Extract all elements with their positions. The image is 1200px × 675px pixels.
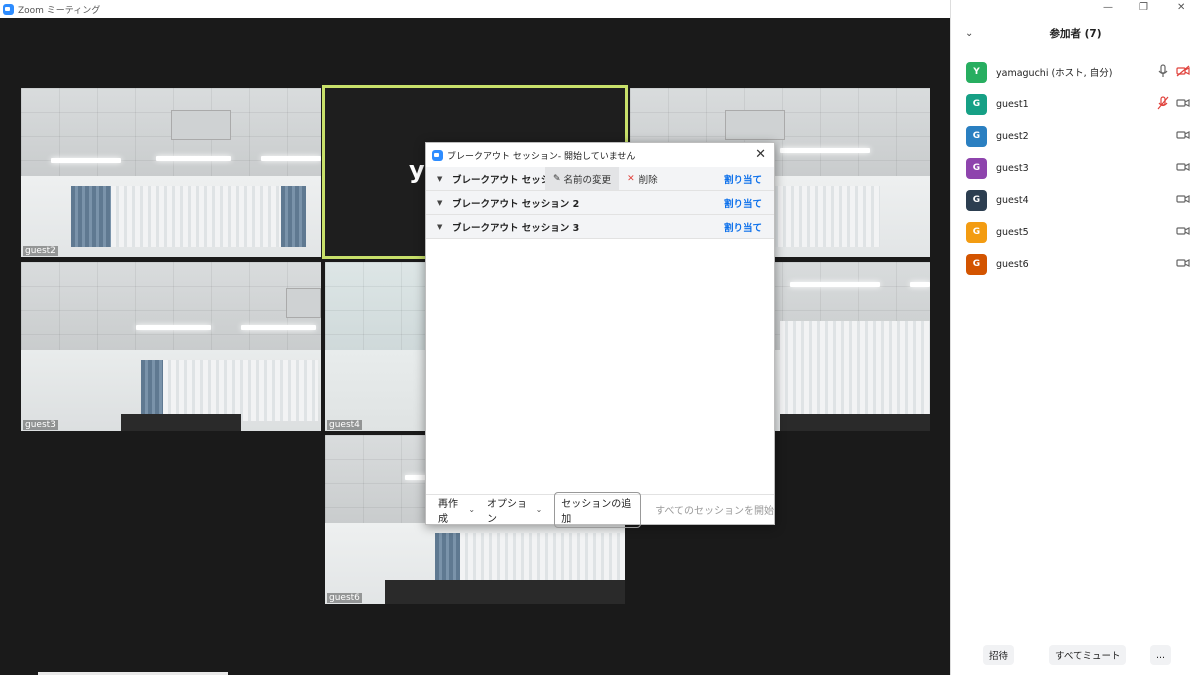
- mute-all-button[interactable]: すべてミュート: [1049, 645, 1127, 665]
- participants-panel: — ❐ ✕ ⌄ 参加者 (7) Y yamaguchi (ホスト, 自分) G …: [950, 0, 1200, 675]
- caret-down-icon[interactable]: ▼: [437, 223, 447, 231]
- avatar: Y: [966, 61, 987, 83]
- delete-button[interactable]: ✕ 削除: [619, 167, 666, 190]
- video-camera-icon[interactable]: [1176, 97, 1190, 109]
- video-tile-guest3[interactable]: guest3: [21, 262, 321, 431]
- participant-name: guest6: [996, 258, 1029, 270]
- assign-link[interactable]: 割り当て: [724, 196, 762, 210]
- avatar: G: [966, 157, 987, 179]
- participant-name: guest2: [996, 130, 1029, 142]
- session-row-1[interactable]: ▼ ブレークアウト セッシ... ✎ 名前の変更 ✕ 削除 割り当て: [426, 167, 774, 191]
- avatar: G: [966, 253, 987, 275]
- participant-name-label: guest2: [23, 246, 58, 256]
- breakout-sessions-dialog: ブレークアウト セッション- 開始していません ✕ ▼ ブレークアウト セッシ.…: [425, 142, 775, 528]
- video-feed: [21, 262, 321, 431]
- session-name: ブレークアウト セッション 3: [452, 222, 580, 234]
- session-row-3[interactable]: ▼ ブレークアウト セッション 3 割り当て: [426, 215, 774, 239]
- participant-name: guest3: [996, 162, 1029, 174]
- avatar: G: [966, 221, 987, 243]
- video-tile-guest2[interactable]: guest2: [21, 88, 321, 257]
- zoom-app-icon: [432, 149, 443, 161]
- session-name: ブレークアウト セッション 2: [452, 198, 580, 210]
- rename-button[interactable]: ✎ 名前の変更: [545, 167, 620, 190]
- video-off-icon[interactable]: [1176, 65, 1190, 77]
- participant-row[interactable]: G guest2: [951, 120, 1200, 152]
- close-window-icon[interactable]: ✕: [1177, 2, 1185, 13]
- participant-row[interactable]: G guest6: [951, 248, 1200, 280]
- participant-name: guest4: [996, 194, 1029, 206]
- participant-row[interactable]: G guest5: [951, 216, 1200, 248]
- options-label: オプション: [487, 498, 528, 525]
- restore-icon[interactable]: ❐: [1139, 2, 1148, 13]
- close-icon[interactable]: ✕: [755, 147, 766, 162]
- video-camera-icon[interactable]: [1176, 225, 1190, 237]
- session-row-2[interactable]: ▼ ブレークアウト セッション 2 割り当て: [426, 191, 774, 215]
- video-camera-icon[interactable]: [1176, 161, 1190, 173]
- chevron-down-icon: ⌄: [535, 505, 543, 514]
- pencil-icon: ✎: [553, 173, 561, 184]
- dialog-footer: 再作成 ⌄ オプション ⌄ セッションの追加 すべてのセッションを開始: [426, 491, 774, 528]
- start-all-sessions-button[interactable]: すべてのセッションを開始: [655, 502, 774, 517]
- caret-down-icon[interactable]: ▼: [437, 175, 447, 183]
- delete-label: 削除: [638, 174, 658, 186]
- avatar: G: [966, 93, 987, 115]
- dialog-header: ブレークアウト セッション- 開始していません ✕: [426, 143, 774, 167]
- participant-name: guest1: [996, 98, 1029, 110]
- recreate-dropdown[interactable]: 再作成 ⌄: [438, 495, 475, 525]
- dialog-title: ブレークアウト セッション- 開始していません: [447, 151, 636, 162]
- session-row-actions: ✎ 名前の変更 ✕ 削除: [545, 167, 666, 190]
- participant-name: yamaguchi (ホスト, 自分): [996, 68, 1113, 79]
- participants-title: 参加者 (7): [1049, 28, 1102, 40]
- participant-name-label: guest4: [327, 420, 362, 430]
- window-titlebar: Zoom ミーティング: [0, 0, 950, 18]
- microphone-muted-icon[interactable]: [1156, 96, 1170, 110]
- minimize-icon[interactable]: —: [1103, 2, 1113, 13]
- chevron-down-icon: ⌄: [468, 505, 476, 514]
- video-feed: [21, 88, 321, 257]
- participant-row[interactable]: G guest4: [951, 184, 1200, 216]
- caret-down-icon[interactable]: ▼: [437, 199, 447, 207]
- participants-header: ⌄ 参加者 (7): [951, 26, 1200, 48]
- avatar: G: [966, 125, 987, 147]
- video-camera-icon[interactable]: [1176, 193, 1190, 205]
- delete-x-icon: ✕: [627, 173, 635, 184]
- participant-name-label: guest3: [23, 420, 58, 430]
- microphone-icon[interactable]: [1156, 64, 1170, 78]
- add-session-button[interactable]: セッションの追加: [554, 491, 642, 528]
- zoom-app-icon: [3, 3, 14, 15]
- participants-list: Y yamaguchi (ホスト, 自分) G guest1 G guest2 …: [951, 56, 1200, 280]
- participants-footer: 招待 すべてミュート ...: [951, 645, 1200, 665]
- recreate-label: 再作成: [438, 498, 458, 525]
- speaker-name-text: y: [409, 156, 425, 184]
- more-button[interactable]: ...: [1150, 645, 1172, 665]
- assign-link[interactable]: 割り当て: [724, 172, 762, 186]
- avatar: G: [966, 189, 987, 211]
- participant-row[interactable]: G guest3: [951, 152, 1200, 184]
- assign-link[interactable]: 割り当て: [724, 220, 762, 234]
- participant-name-label: guest6: [327, 593, 362, 603]
- participant-name: guest5: [996, 226, 1029, 238]
- participant-row[interactable]: G guest1: [951, 88, 1200, 120]
- participant-row[interactable]: Y yamaguchi (ホスト, 自分): [951, 56, 1200, 88]
- video-camera-icon[interactable]: [1176, 257, 1190, 269]
- options-dropdown[interactable]: オプション ⌄: [487, 495, 542, 525]
- video-camera-icon[interactable]: [1176, 129, 1190, 141]
- window-title: Zoom ミーティング: [18, 5, 101, 16]
- rename-label: 名前の変更: [563, 174, 612, 186]
- invite-button[interactable]: 招待: [983, 645, 1015, 665]
